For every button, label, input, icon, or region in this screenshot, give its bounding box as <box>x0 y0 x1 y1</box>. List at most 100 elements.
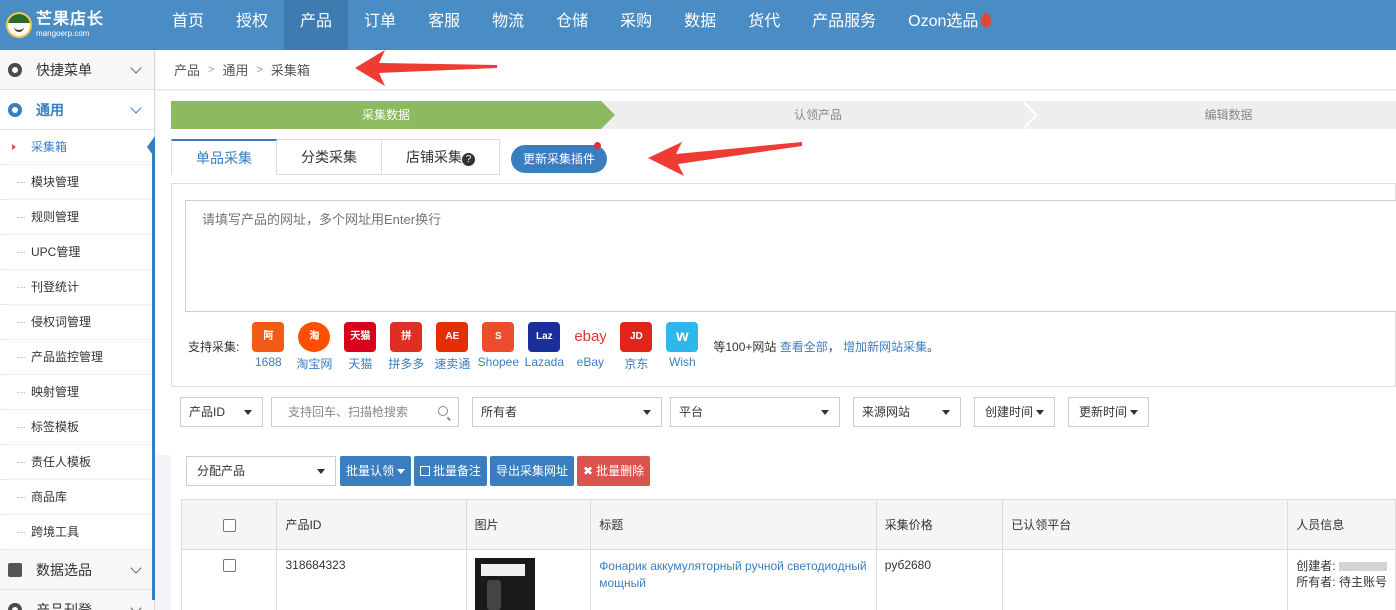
sidebar-item-product-library[interactable]: 商品库 <box>0 480 154 515</box>
nav-data[interactable]: 数据 <box>668 0 732 50</box>
sidebar-item-product-monitoring[interactable]: 产品监控管理 <box>0 340 154 375</box>
nav-product-service[interactable]: 产品服务 <box>796 0 892 50</box>
table-row: 318684323 Фонарик аккумуляторный ручной … <box>180 549 1396 610</box>
nav-purchase[interactable]: 采购 <box>604 0 668 50</box>
nav-warehouse[interactable]: 仓储 <box>540 0 604 50</box>
add-site-link[interactable]: 增加新网站采集 <box>843 340 927 354</box>
url-input[interactable] <box>185 200 1396 312</box>
nav-ozon-selection[interactable]: Ozon选品 <box>892 0 1007 50</box>
select-all-checkbox[interactable] <box>222 518 236 532</box>
batch-note-button[interactable]: 批量备注 <box>414 456 488 486</box>
source-site-select[interactable]: 来源网站 <box>853 397 961 427</box>
nav-product[interactable]: 产品 <box>284 0 349 50</box>
sidebar-item-upc-management[interactable]: UPC管理 <box>0 235 154 270</box>
platform-shopee[interactable]: S Shopee <box>475 322 521 369</box>
view-all-link[interactable]: 查看全部 <box>780 340 828 354</box>
updated-time-dropdown[interactable]: 更新时间 <box>1068 397 1150 427</box>
platform-wish[interactable]: w Wish <box>659 322 705 369</box>
platform-jd[interactable]: JD 京东 <box>613 322 659 372</box>
sidebar-group-general[interactable]: 通用 <box>0 90 154 130</box>
platform-lazada[interactable]: Laz Lazada <box>521 322 567 369</box>
caret-down-icon <box>1130 410 1139 415</box>
sidebar-group-data-selection[interactable]: 数据选品 <box>0 550 154 590</box>
nav-home[interactable]: 首页 <box>156 0 220 50</box>
breadcrumb-separator-icon: > <box>256 63 263 76</box>
nav-auth[interactable]: 授权 <box>220 0 284 50</box>
sidebar-item-infringement-words[interactable]: 侵权词管理 <box>0 305 154 340</box>
nav-logistics[interactable]: 物流 <box>476 0 540 50</box>
row-product-id: 318684323 <box>276 549 467 610</box>
jd-icon: JD <box>620 322 653 352</box>
platform-pinduoduo[interactable]: 拼拼多多 <box>383 322 429 372</box>
lazada-icon: Laz <box>528 322 561 352</box>
gear-icon <box>8 62 22 77</box>
support-more: 等100+网站 查看全部， 增加新网站采集。 <box>713 340 940 354</box>
sidebar-active-accent <box>152 142 155 600</box>
edit-icon <box>420 466 431 476</box>
chevron-down-icon <box>130 562 142 574</box>
logo-domain: mangoerp.com <box>36 29 90 38</box>
chevron-down-icon <box>130 62 142 74</box>
nav-order[interactable]: 订单 <box>348 0 412 50</box>
caret-down-icon <box>317 469 325 474</box>
help-icon[interactable]: ? <box>462 153 475 166</box>
sidebar-group-product-listing[interactable]: 产品刊登 <box>0 590 154 610</box>
row-checkbox[interactable] <box>222 559 236 573</box>
aliexpress-icon: AE <box>436 322 469 352</box>
tab-store-collect[interactable]: 店铺采集? <box>382 139 500 175</box>
assign-product-select[interactable]: 分配产品 <box>186 456 336 486</box>
tab-category-collect[interactable]: 分类采集 <box>277 139 382 175</box>
batch-delete-button[interactable]: ✖ 批量删除 <box>577 456 651 486</box>
breadcrumb-separator-icon: > <box>208 63 215 76</box>
sidebar-item-label-template[interactable]: 标签模板 <box>0 410 154 445</box>
logo-name: 芒果店长 <box>36 11 105 28</box>
search-icon[interactable] <box>438 406 448 416</box>
sidebar-item-rule-management[interactable]: 规则管理 <box>0 200 154 235</box>
sidebar-item-listing-stats[interactable]: 刊登统计 <box>0 270 154 305</box>
breadcrumb-general[interactable]: 通用 <box>222 60 248 79</box>
col-price: 采集价格 <box>875 499 1004 550</box>
platform-tmall[interactable]: 天猫 天猫 <box>337 322 383 372</box>
close-icon: ✖ <box>583 464 594 478</box>
update-plugin-button[interactable]: 更新采集插件 <box>511 142 608 173</box>
select-all-cell <box>180 499 278 550</box>
sidebar-item-owner-template[interactable]: 责任人模板 <box>0 445 154 480</box>
product-id-select[interactable]: 产品ID <box>180 397 263 427</box>
product-title-link[interactable]: Фонарик аккумуляторный ручной светодиодн… <box>599 559 866 590</box>
table-header-row: 产品ID 图片 标题 采集价格 已认领平台 人员信息 <box>180 499 1396 550</box>
top-nav-bar: 芒果店长 mangoerp.com 首页 授权 产品 订单 客服 物流 仓储 采… <box>0 0 1396 50</box>
main-area: 产品 > 通用 > 采集箱 采集数据 认领产品 编辑数据 单品采集 分类采集 店… <box>156 50 1396 610</box>
platform-aliexpress[interactable]: AE 速卖通 <box>429 322 475 372</box>
sidebar-item-mapping[interactable]: 映射管理 <box>0 375 154 410</box>
row-image-cell <box>465 549 592 610</box>
tab-single-collect[interactable]: 单品采集 <box>171 139 277 175</box>
fire-icon <box>981 13 992 27</box>
supported-platforms: 支持采集: 阿 1688 淘淘宝网 天猫 天猫 拼拼多多 AE 速卖通 S Shopee… <box>188 322 939 372</box>
row-claimed <box>1002 549 1289 610</box>
product-thumbnail[interactable] <box>474 558 535 610</box>
logo[interactable]: 芒果店长 mangoerp.com <box>0 0 156 50</box>
sidebar-item-cross-border-tools[interactable]: 跨境工具 <box>0 515 154 550</box>
owner-select[interactable]: 所有者 <box>472 397 662 427</box>
created-time-dropdown[interactable]: 创建时间 <box>974 397 1056 427</box>
product-table: 产品ID 图片 标题 采集价格 已认领平台 人员信息 318684323 Фон… <box>180 499 1396 610</box>
batch-actions: 分配产品 批量认领 批量备注 导出采集网址 ✖ 批量删除 <box>186 456 653 486</box>
caret-down-icon <box>643 410 651 415</box>
mango-logo-icon <box>6 12 32 38</box>
sidebar-item-collection-box[interactable]: 采集箱 <box>0 130 155 165</box>
tmall-icon: 天猫 <box>344 322 377 352</box>
nav-forwarder[interactable]: 货代 <box>732 0 796 50</box>
export-urls-button[interactable]: 导出采集网址 <box>490 456 575 486</box>
platform-taobao[interactable]: 淘淘宝网 <box>291 322 337 372</box>
caret-down-icon <box>821 410 829 415</box>
sidebar-item-module-management[interactable]: 模块管理 <box>0 165 154 200</box>
platform-ebay[interactable]: ebay eBay <box>567 322 613 369</box>
search-input[interactable]: 支持回车、扫描枪搜索 <box>271 397 459 427</box>
platform-select[interactable]: 平台 <box>670 397 840 427</box>
col-claimed-platforms: 已认领平台 <box>1002 499 1289 550</box>
breadcrumb-product[interactable]: 产品 <box>174 60 200 79</box>
nav-customer-service[interactable]: 客服 <box>412 0 476 50</box>
sidebar-group-quick-menu[interactable]: 快捷菜单 <box>0 50 154 90</box>
batch-claim-button[interactable]: 批量认领 <box>340 456 412 486</box>
platform-1688[interactable]: 阿 1688 <box>245 322 291 369</box>
